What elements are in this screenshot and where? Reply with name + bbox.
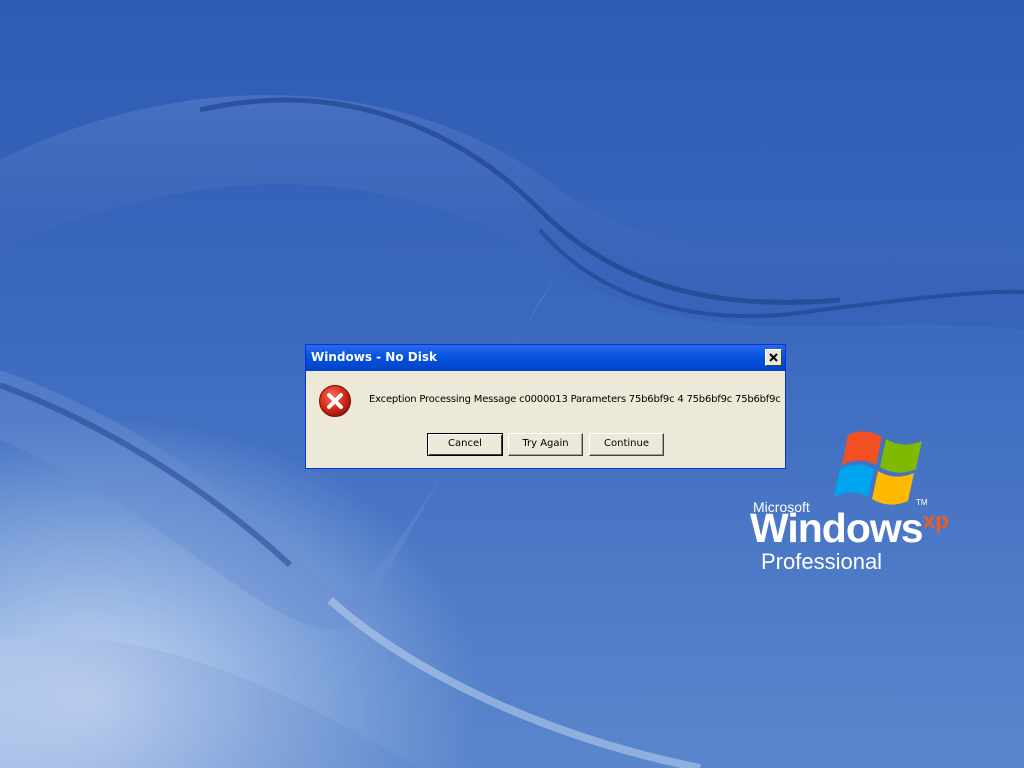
dialog-title-bar[interactable]: Windows - No Disk bbox=[306, 345, 785, 371]
close-icon bbox=[769, 353, 778, 362]
error-icon bbox=[319, 385, 351, 417]
continue-button[interactable]: Continue bbox=[589, 433, 664, 456]
close-button[interactable] bbox=[765, 349, 782, 366]
cancel-button[interactable]: Cancel bbox=[427, 433, 503, 456]
logo-edition-text: Professional bbox=[761, 549, 883, 574]
error-message: Exception Processing Message c0000013 Pa… bbox=[369, 394, 781, 405]
logo-tm-text: TM bbox=[916, 498, 928, 507]
error-dialog: Windows - No Disk Exception Processing M… bbox=[305, 344, 786, 469]
logo-windows-text: Windows bbox=[750, 505, 924, 551]
try-again-button[interactable]: Try Again bbox=[508, 433, 583, 456]
dialog-title: Windows - No Disk bbox=[311, 350, 437, 364]
logo-xp-text: xp bbox=[923, 508, 949, 533]
